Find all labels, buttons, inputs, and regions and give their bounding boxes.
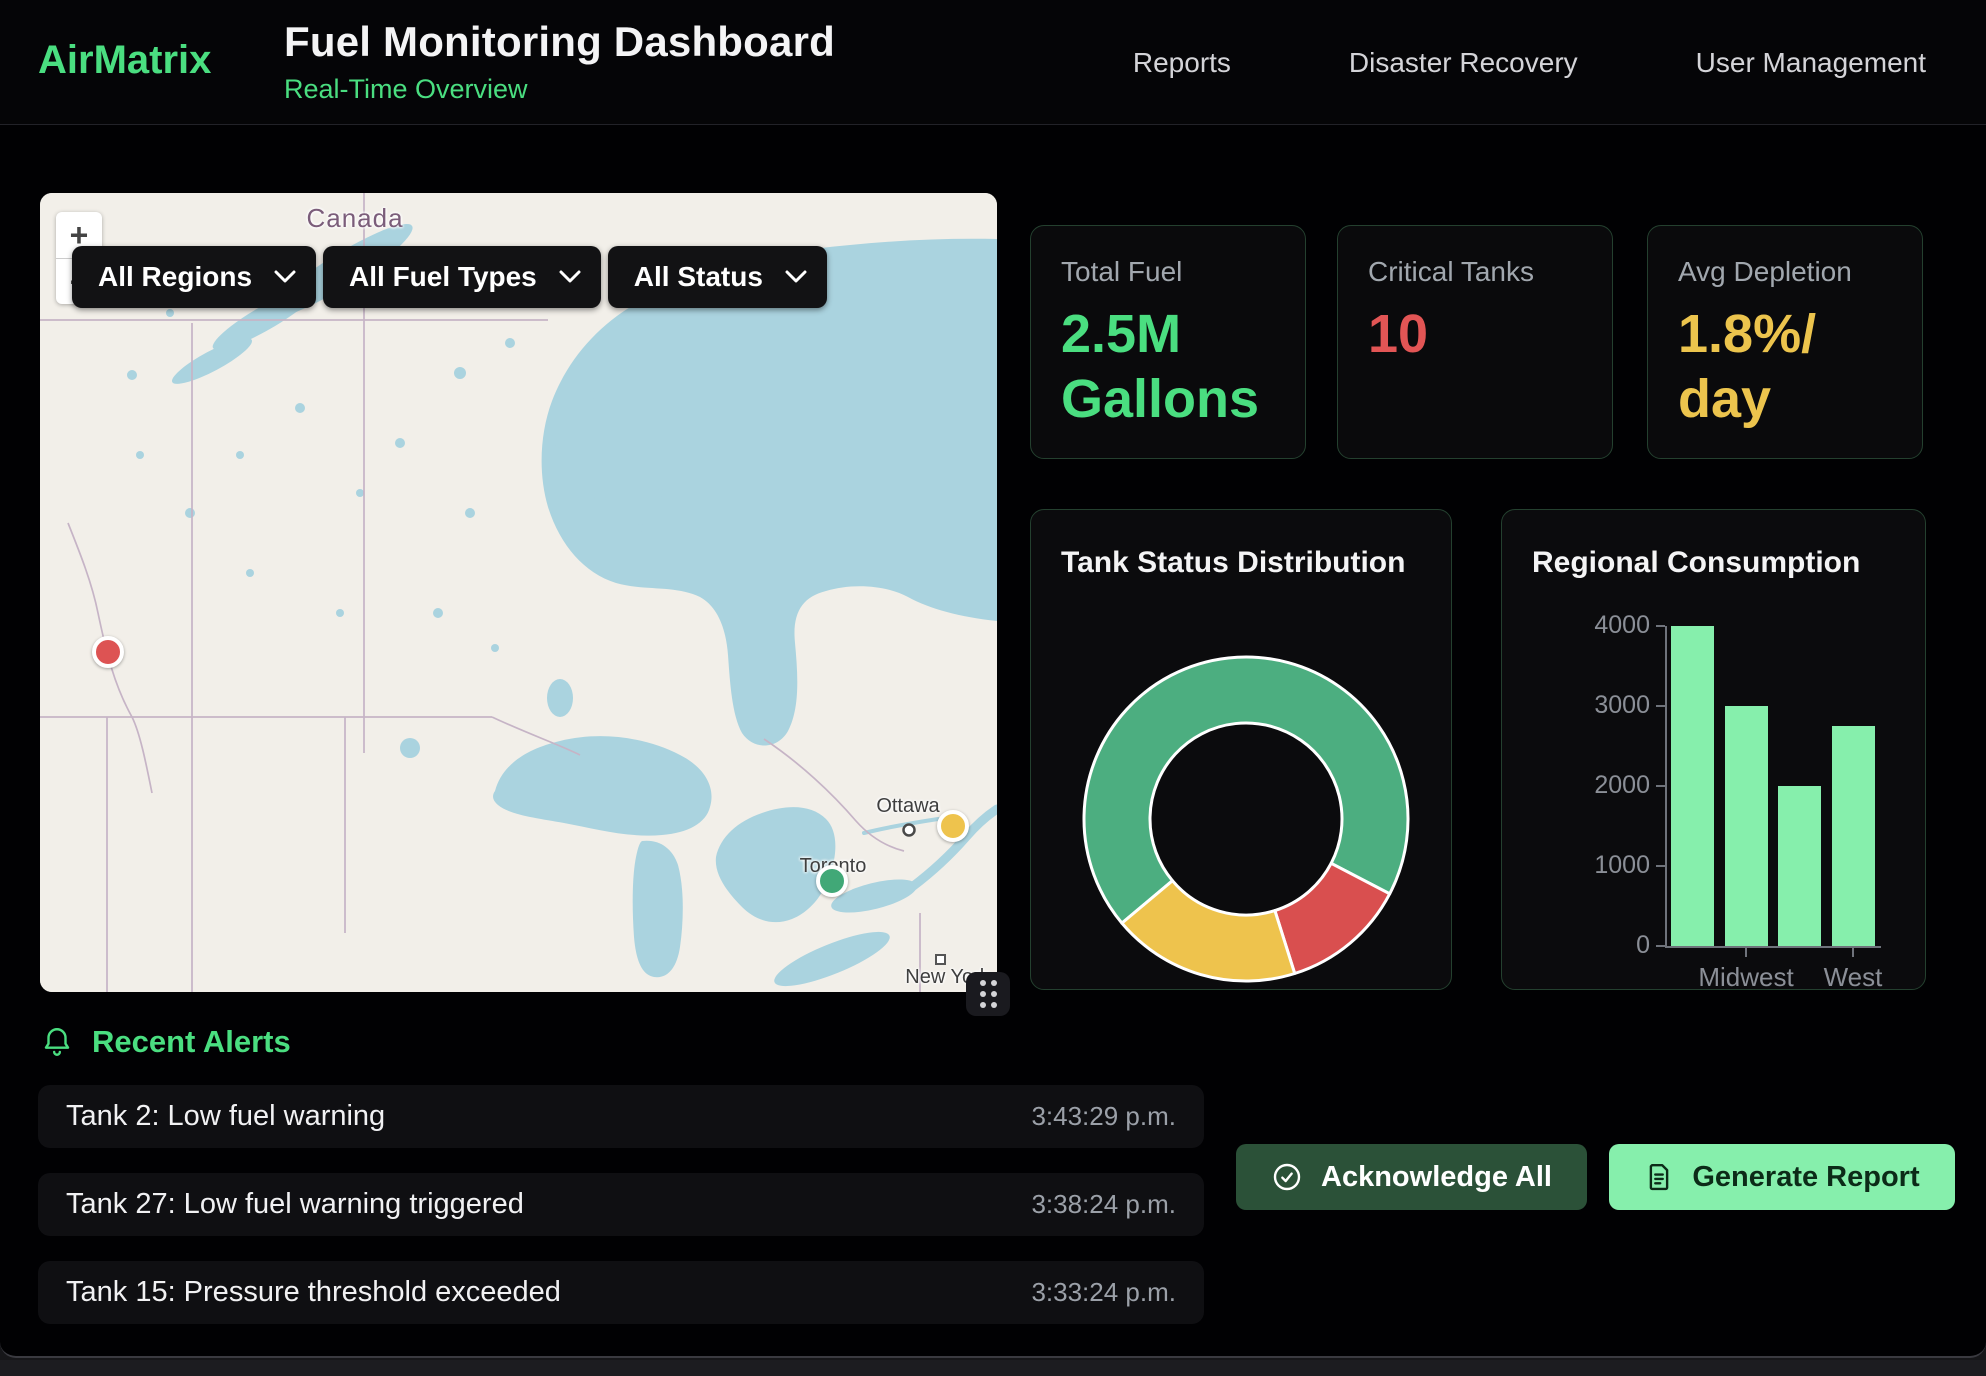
region-filter-value: All Regions [98,261,252,293]
chart-title: Tank Status Distribution [1061,546,1405,580]
page-title: Fuel Monitoring Dashboard [284,18,835,66]
stat-label: Critical Tanks [1368,256,1582,288]
nav-user-management[interactable]: User Management [1696,47,1926,79]
x-tick-label: West [1783,962,1923,990]
nav-disaster-recovery[interactable]: Disaster Recovery [1349,47,1578,79]
alert-text: Tank 2: Low fuel warning [66,1100,385,1133]
stat-value: 2.5M Gallons [1061,302,1275,432]
generate-report-label: Generate Report [1692,1161,1919,1194]
acknowledge-all-label: Acknowledge All [1321,1161,1552,1194]
y-tick-mark [1656,865,1665,867]
y-tick-label: 0 [1520,931,1650,960]
consumption-bar [1671,626,1714,946]
map-canvas [40,193,997,992]
tank-marker-normal[interactable] [816,865,848,897]
dashboard-root: AirMatrix Fuel Monitoring Dashboard Real… [0,0,1986,1376]
nav-reports[interactable]: Reports [1133,47,1231,79]
tank-status-chart-card: Tank Status Distribution [1030,509,1452,990]
stat-label: Total Fuel [1061,256,1275,288]
stat-value: 1.8%/day [1678,302,1833,432]
x-tick-mark [1852,948,1854,957]
check-circle-icon [1271,1161,1303,1193]
region-filter-dropdown[interactable]: All Regions [72,246,316,308]
horizontal-scrollbar[interactable] [0,1360,1986,1376]
y-tick-mark [1656,785,1665,787]
brand-logo[interactable]: AirMatrix [38,38,211,83]
alert-row[interactable]: Tank 15: Pressure threshold exceeded 3:3… [38,1261,1204,1324]
generate-report-button[interactable]: Generate Report [1609,1144,1955,1210]
map-resize-grip[interactable] [966,972,1010,1016]
tank-marker-warning[interactable] [937,810,969,842]
y-tick-mark [1656,625,1665,627]
fuel-map[interactable]: Canada Ottawa Toronto New York + − All R… [40,193,997,992]
y-tick-label: 2000 [1520,771,1650,800]
tank-status-donut-chart [1030,604,1452,990]
recent-alerts-header: Recent Alerts [40,1024,291,1060]
x-axis-line [1665,946,1881,948]
map-filters: All Regions All Fuel Types All Status [72,246,827,308]
stat-card-total-fuel: Total Fuel 2.5M Gallons [1030,225,1306,459]
alert-timestamp: 3:43:29 p.m. [1031,1101,1176,1132]
tank-marker-critical[interactable] [92,636,124,668]
consumption-bar [1832,726,1875,946]
app-window: AirMatrix Fuel Monitoring Dashboard Real… [0,0,1986,1358]
recent-alerts-title: Recent Alerts [92,1024,291,1060]
alert-text: Tank 15: Pressure threshold exceeded [66,1276,561,1309]
chevron-down-icon [785,270,807,284]
top-bar: AirMatrix Fuel Monitoring Dashboard Real… [0,0,1986,125]
stat-value: 10 [1368,302,1582,367]
page-subtitle: Real-Time Overview [284,74,835,105]
alert-text: Tank 27: Low fuel warning triggered [66,1188,524,1221]
y-tick-mark [1656,945,1665,947]
alert-timestamp: 3:33:24 p.m. [1031,1277,1176,1308]
consumption-bar [1778,786,1821,946]
chevron-down-icon [559,270,581,284]
acknowledge-all-button[interactable]: Acknowledge All [1236,1144,1587,1210]
alert-row[interactable]: Tank 27: Low fuel warning triggered 3:38… [38,1173,1204,1236]
regional-consumption-bar-chart: 01000200030004000MidwestWest [1502,510,1925,989]
stat-card-avg-depletion: Avg Depletion 1.8%/day [1647,225,1923,459]
fuel-type-filter-dropdown[interactable]: All Fuel Types [323,246,601,308]
x-tick-mark [1745,948,1747,957]
consumption-bar [1725,706,1768,946]
y-tick-label: 4000 [1520,611,1650,640]
document-icon [1644,1161,1674,1193]
chevron-down-icon [274,270,296,284]
status-filter-dropdown[interactable]: All Status [608,246,827,308]
fuel-type-filter-value: All Fuel Types [349,261,537,293]
y-tick-label: 3000 [1520,691,1650,720]
y-axis-line [1665,626,1667,948]
y-tick-label: 1000 [1520,851,1650,880]
status-filter-value: All Status [634,261,763,293]
title-block: Fuel Monitoring Dashboard Real-Time Over… [284,18,835,105]
alert-row[interactable]: Tank 2: Low fuel warning 3:43:29 p.m. [38,1085,1204,1148]
bell-icon [40,1025,74,1059]
regional-consumption-chart-card: Regional Consumption 01000200030004000Mi… [1501,509,1926,990]
alert-timestamp: 3:38:24 p.m. [1031,1189,1176,1220]
main-nav: Reports Disaster Recovery User Managemen… [1133,0,1926,125]
stat-card-critical-tanks: Critical Tanks 10 [1337,225,1613,459]
y-tick-mark [1656,705,1665,707]
stat-label: Avg Depletion [1678,256,1892,288]
